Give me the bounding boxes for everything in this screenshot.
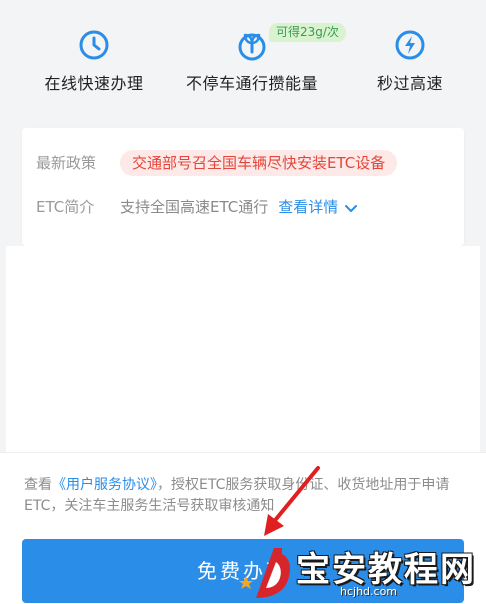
etc-intro-text: 支持全国高速ETC通行 xyxy=(120,198,269,216)
latest-policy-label: 最新政策 xyxy=(36,154,97,172)
latest-policy-pill[interactable]: 交通部号召全国车辆尽快安装ETC设备 xyxy=(120,150,398,176)
view-details-label: 查看详情 xyxy=(278,198,339,216)
feature-row: 在线快速办理 不停车通行攒能量 秒过高速 可得23g/次 xyxy=(0,0,486,112)
chevron-down-icon xyxy=(345,204,358,212)
feature-online-apply[interactable]: 在线快速办理 xyxy=(14,20,174,94)
agreement-prefix: 查看 xyxy=(24,477,52,493)
agreement-text: 查看《用户服务协议》，授权ETC服务获取身份证、收货地址用于申请ETC，关注车主… xyxy=(24,475,470,517)
clock-icon xyxy=(79,30,109,60)
sprout-icon xyxy=(238,33,266,61)
content-area xyxy=(6,246,480,452)
user-agreement-link[interactable]: 《用户服务协议》 xyxy=(52,477,157,493)
feature-label: 不停车通行攒能量 xyxy=(185,74,318,93)
lightning-icon xyxy=(395,30,425,60)
etc-intro-label: ETC简介 xyxy=(36,198,95,216)
bottom-panel: 查看《用户服务协议》，授权ETC服务获取身份证、收货地址用于申请ETC，关注车主… xyxy=(0,452,486,604)
policy-card: 最新政策 交通部号召全国车辆尽快安装ETC设备 ETC简介 支持全国高速ETC通行查… xyxy=(22,128,464,246)
etc-intro-row: ETC简介 支持全国高速ETC通行 查看详情 xyxy=(36,194,358,220)
feature-label: 在线快速办理 xyxy=(44,74,144,93)
energy-badge: 可得23g/次 xyxy=(269,23,346,42)
free-apply-button[interactable]: 免费办理 xyxy=(22,539,464,603)
view-details-link[interactable]: 查看详情 xyxy=(278,198,358,216)
feature-label: 秒过高速 xyxy=(376,74,443,93)
latest-policy-row: 最新政策 交通部号召全国车辆尽快安装ETC设备 xyxy=(36,150,398,176)
feature-fast-pass[interactable]: 秒过高速 xyxy=(330,20,486,94)
